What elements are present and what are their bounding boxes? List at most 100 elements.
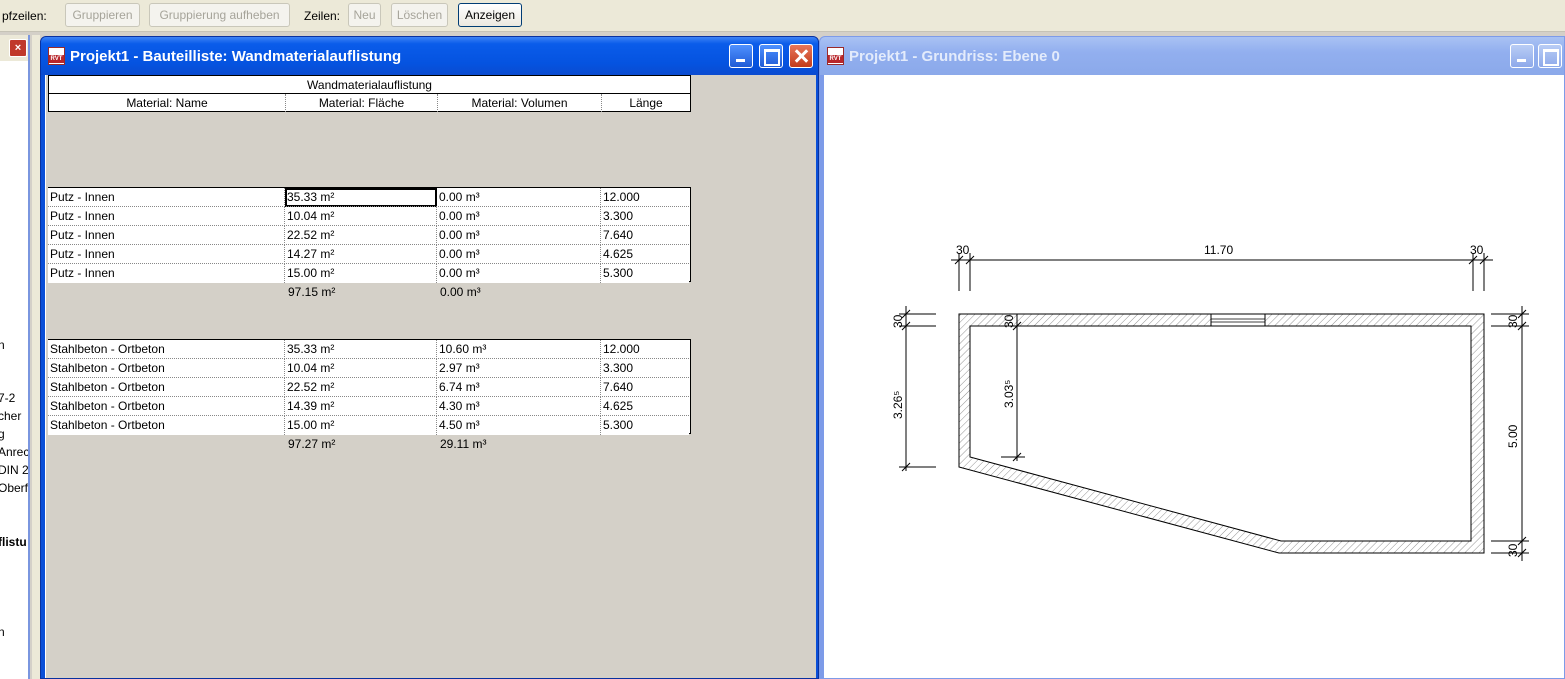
cell-material-area[interactable]: 14.39 m² xyxy=(285,397,437,416)
cell-material-name[interactable]: Putz - Innen xyxy=(48,264,285,283)
dim-left-height: 3.26⁵ xyxy=(891,391,905,419)
dim-inner-height: 3.03⁵ xyxy=(1002,380,1016,408)
cell-material-volume[interactable]: 2.97 m³ xyxy=(437,359,601,378)
minimize-icon[interactable] xyxy=(729,44,753,68)
dim-top-middle: 11.70 xyxy=(1204,243,1233,257)
floor-plan-canvas[interactable]: 30 11.70 30 30 3.26⁵ 30 3.03⁵ 30 5.00 30 xyxy=(824,75,1565,679)
project-browser-panel: × n 7-2 cher g Anrec DIN 27 Oberfl flist… xyxy=(0,35,30,679)
cell-material-area[interactable]: 15.00 m² xyxy=(285,416,437,435)
dim-left-top: 30 xyxy=(891,314,905,328)
minimize-icon[interactable] xyxy=(1510,44,1534,68)
cell-material-area[interactable]: 15.00 m² xyxy=(285,264,437,283)
cell-material-name[interactable]: Stahlbeton - Ortbeton xyxy=(48,340,285,359)
column-header-length[interactable]: Länge xyxy=(602,94,690,112)
close-icon[interactable]: × xyxy=(9,39,27,57)
cell-material-volume[interactable]: 10.60 m³ xyxy=(437,340,601,359)
cell-length[interactable]: 5.300 xyxy=(601,264,689,283)
cell-length[interactable]: 7.640 xyxy=(601,378,689,397)
ungroup-button[interactable]: Gruppierung aufheben xyxy=(149,3,290,27)
browser-item[interactable]: n xyxy=(0,338,5,352)
table-title: Wandmaterialauflistung xyxy=(49,76,690,94)
browser-item[interactable]: g xyxy=(0,427,5,441)
dim-inner-top: 30 xyxy=(1002,314,1016,328)
delete-row-button[interactable]: Löschen xyxy=(391,3,448,27)
cell-length[interactable]: 4.625 xyxy=(601,397,689,416)
browser-item[interactable]: Oberfl xyxy=(0,481,28,495)
cell-material-volume[interactable]: 4.30 m³ xyxy=(437,397,601,416)
cell-material-area[interactable]: 35.33 m² xyxy=(285,340,437,359)
browser-item[interactable]: 7-2 xyxy=(0,391,15,405)
schedule-header: Wandmaterialauflistung Material: Name Ma… xyxy=(48,75,691,112)
dim-right-bottom: 30 xyxy=(1506,543,1520,557)
browser-item[interactable]: Anrec xyxy=(0,445,28,459)
cell-material-area[interactable]: 22.52 m² xyxy=(285,378,437,397)
cell-material-area[interactable]: 14.27 m² xyxy=(285,245,437,264)
cell-material-volume[interactable]: 0.00 m³ xyxy=(437,245,601,264)
rvt-app-icon[interactable]: RVT xyxy=(827,47,844,65)
cell-length[interactable]: 5.300 xyxy=(601,416,689,435)
browser-item[interactable]: DIN 27 xyxy=(0,463,28,477)
cell-material-volume[interactable]: 0.00 m³ xyxy=(437,226,601,245)
column-header-area[interactable]: Material: Fläche xyxy=(286,94,438,112)
cell-material-area[interactable]: 10.04 m² xyxy=(285,207,437,226)
cell-material-volume[interactable]: 6.74 m³ xyxy=(437,378,601,397)
top-dimension xyxy=(951,253,1493,291)
dim-right-top: 30 xyxy=(1506,314,1520,328)
cell-material-name[interactable]: Putz - Innen xyxy=(48,188,285,207)
rvt-app-icon[interactable]: RVT xyxy=(48,47,65,65)
cell-material-name[interactable]: Stahlbeton - Ortbeton xyxy=(48,378,285,397)
close-icon[interactable] xyxy=(789,44,813,68)
cell-material-volume[interactable]: 4.50 m³ xyxy=(437,416,601,435)
dim-top-left: 30 xyxy=(956,243,970,257)
cell-material-name[interactable]: Stahlbeton - Ortbeton xyxy=(48,397,285,416)
cell-material-area[interactable]: 35.33 m² xyxy=(285,188,437,207)
rows-label: Zeilen: xyxy=(304,9,341,23)
schedule-table-area: Wandmaterialauflistung Material: Name Ma… xyxy=(45,75,816,678)
browser-item-active[interactable]: flistu xyxy=(0,535,27,549)
schedule-window: RVT Projekt1 - Bauteilliste: Wandmateria… xyxy=(40,36,819,679)
maximize-icon[interactable] xyxy=(759,44,783,68)
cell-material-name[interactable]: Putz - Innen xyxy=(48,207,285,226)
floor-plan-window: RVT Projekt1 - Grundriss: Ebene 0 30 11.… xyxy=(819,36,1565,679)
panel-splitter[interactable] xyxy=(32,35,40,679)
browser-item[interactable]: cher xyxy=(0,409,21,423)
group-total-area: 97.15 m² xyxy=(288,285,336,299)
schedule-toolbar: pfzeilen: Gruppieren Gruppierung aufhebe… xyxy=(0,0,1565,32)
room-interior xyxy=(969,325,1472,542)
group-button[interactable]: Gruppieren xyxy=(65,3,140,27)
left-dimension xyxy=(899,306,936,472)
cell-length[interactable]: 7.640 xyxy=(601,226,689,245)
new-row-button[interactable]: Neu xyxy=(348,3,381,27)
cell-length[interactable]: 3.300 xyxy=(601,207,689,226)
plan-titlebar[interactable]: RVT Projekt1 - Grundriss: Ebene 0 xyxy=(820,37,1564,75)
floor-plan-drawing[interactable]: 30 11.70 30 30 3.26⁵ 30 3.03⁵ 30 5.00 30 xyxy=(824,75,1565,679)
cell-material-volume[interactable]: 0.00 m³ xyxy=(437,207,601,226)
cell-length[interactable]: 3.300 xyxy=(601,359,689,378)
cell-length[interactable]: 12.000 xyxy=(601,188,689,207)
browser-item[interactable]: n xyxy=(0,625,5,639)
cell-material-area[interactable]: 10.04 m² xyxy=(285,359,437,378)
maximize-icon[interactable] xyxy=(1538,44,1562,68)
column-header-volume[interactable]: Material: Volumen xyxy=(438,94,602,112)
group-total-volume: 29.11 m³ xyxy=(440,437,487,451)
cell-material-volume[interactable]: 0.00 m³ xyxy=(437,264,601,283)
cell-material-name[interactable]: Putz - Innen xyxy=(48,245,285,264)
cell-material-name[interactable]: Stahlbeton - Ortbeton xyxy=(48,416,285,435)
schedule-titlebar[interactable]: RVT Projekt1 - Bauteilliste: Wandmateria… xyxy=(41,37,818,75)
cell-material-name[interactable]: Stahlbeton - Ortbeton xyxy=(48,359,285,378)
cell-length[interactable]: 12.000 xyxy=(601,340,689,359)
window-opening xyxy=(1210,313,1266,327)
show-button[interactable]: Anzeigen xyxy=(458,3,522,27)
group-total-volume: 0.00 m³ xyxy=(440,285,481,299)
column-header-name[interactable]: Material: Name xyxy=(49,94,286,112)
cell-material-name[interactable]: Putz - Innen xyxy=(48,226,285,245)
group-total-area: 97.27 m² xyxy=(288,437,336,451)
header-rows-label: pfzeilen: xyxy=(2,9,47,23)
dim-right-height: 5.00 xyxy=(1506,424,1520,448)
dim-top-right: 30 xyxy=(1470,243,1484,257)
schedule-window-title: Projekt1 - Bauteilliste: Wandmaterialauf… xyxy=(70,48,402,65)
plan-window-title: Projekt1 - Grundriss: Ebene 0 xyxy=(849,48,1060,65)
cell-material-volume[interactable]: 0.00 m³ xyxy=(437,188,601,207)
cell-material-area[interactable]: 22.52 m² xyxy=(285,226,437,245)
cell-length[interactable]: 4.625 xyxy=(601,245,689,264)
